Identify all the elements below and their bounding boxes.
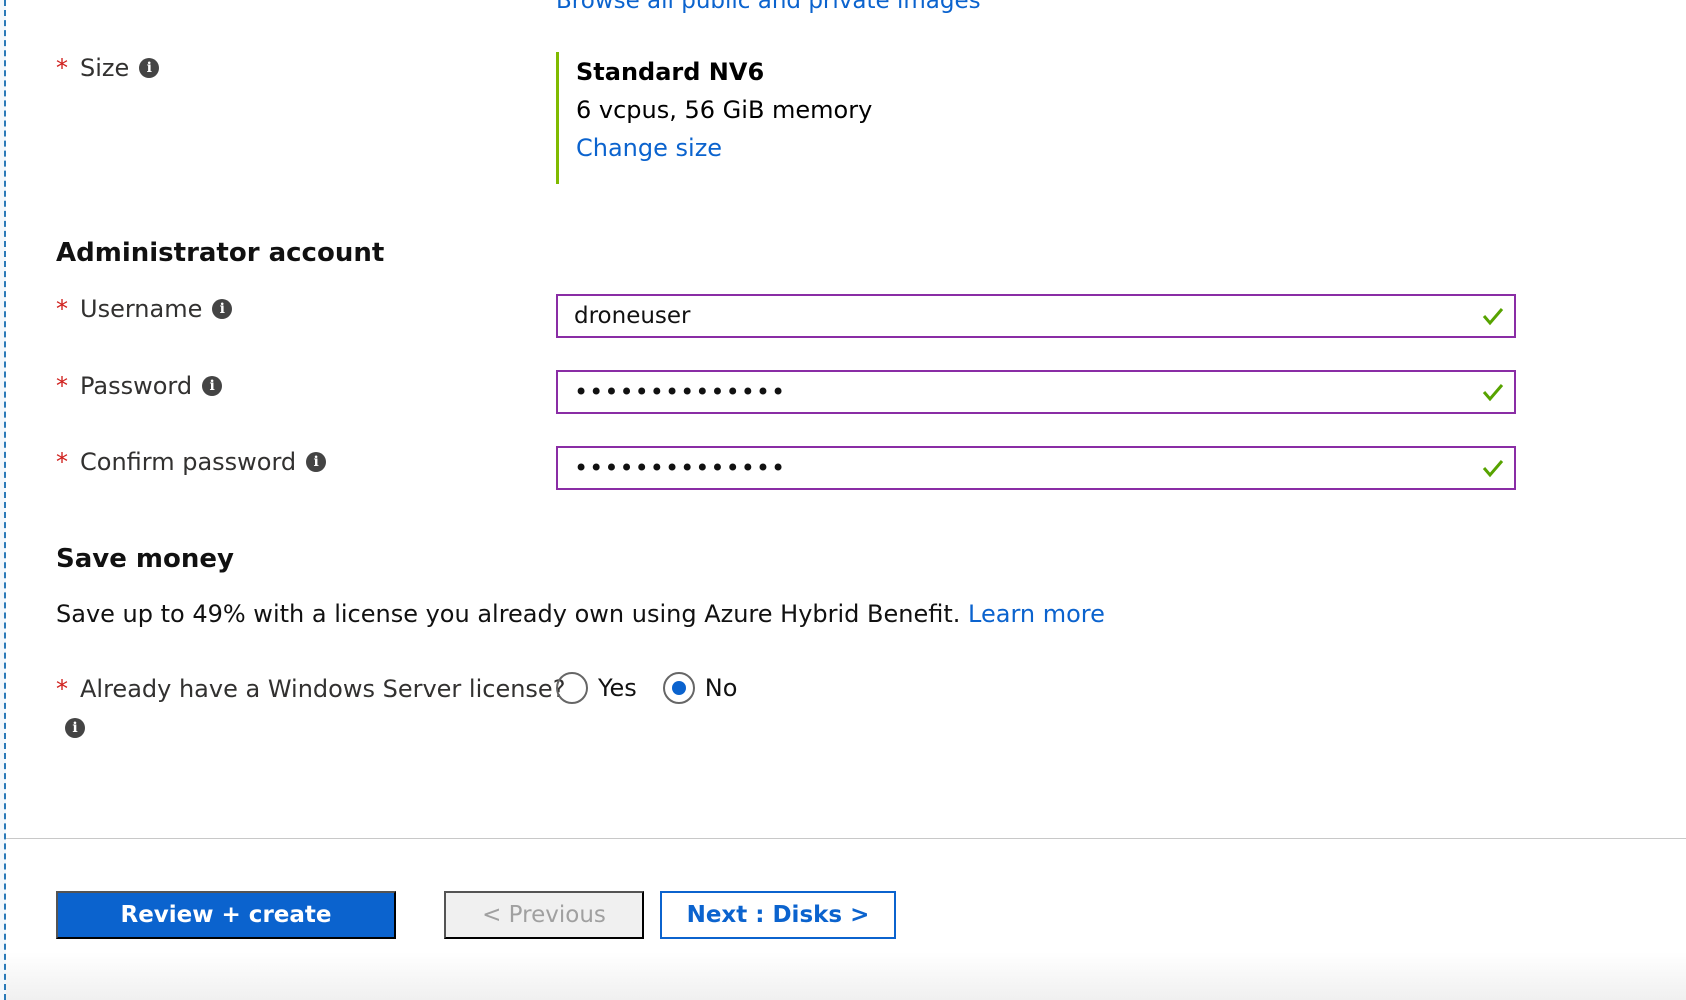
admin-account-heading: Administrator account xyxy=(56,238,385,268)
confirm-password-label-row: * Confirm password i xyxy=(56,448,327,476)
info-icon[interactable]: i xyxy=(202,376,223,396)
radio-no[interactable]: No xyxy=(662,672,738,704)
username-value: droneuser xyxy=(574,303,691,329)
password-input[interactable]: •••••••••••••• xyxy=(556,370,1516,414)
size-label: Size xyxy=(80,54,130,82)
check-icon xyxy=(1482,460,1504,478)
promo-text: Save up to 49% with a license you alread… xyxy=(56,600,969,628)
change-size-link[interactable]: Change size xyxy=(576,134,872,162)
review-create-button[interactable]: Review + create xyxy=(56,891,396,939)
confirm-password-value: •••••••••••••• xyxy=(574,454,787,482)
size-name: Standard NV6 xyxy=(576,58,765,86)
license-info-wrapper: i xyxy=(65,717,85,738)
previous-button[interactable]: < Previous xyxy=(444,891,644,939)
save-money-heading: Save money xyxy=(56,544,234,574)
info-icon[interactable]: i xyxy=(139,58,160,78)
size-label-row: * Size i xyxy=(56,54,160,82)
required-asterisk: * xyxy=(56,372,68,400)
password-label-row: * Password i xyxy=(56,372,223,400)
confirm-password-input[interactable]: •••••••••••••• xyxy=(556,446,1516,490)
create-vm-basics-page: Browse all public and private images * S… xyxy=(0,0,1686,1000)
confirm-password-label: Confirm password xyxy=(80,448,297,476)
radio-yes[interactable]: Yes xyxy=(556,672,637,704)
learn-more-link[interactable]: Learn more xyxy=(968,600,1105,628)
required-asterisk: * xyxy=(56,448,68,476)
browse-images-link[interactable]: Browse all public and private images xyxy=(556,0,981,14)
radio-yes-circle[interactable] xyxy=(556,672,588,704)
password-value: •••••••••••••• xyxy=(574,378,787,406)
license-radio-group: Yes No xyxy=(556,672,763,704)
size-summary: Standard NV6 6 vcpus, 56 GiB memory Chan… xyxy=(556,52,872,184)
password-label: Password xyxy=(80,372,193,400)
size-description: 6 vcpus, 56 GiB memory xyxy=(576,96,873,124)
info-icon[interactable]: i xyxy=(65,718,85,738)
radio-no-circle[interactable] xyxy=(662,672,695,704)
required-asterisk: * xyxy=(56,675,68,703)
info-icon[interactable]: i xyxy=(306,452,327,472)
hybrid-benefit-promo: Save up to 49% with a license you alread… xyxy=(56,600,1105,628)
license-question-row: * Already have a Windows Server license? xyxy=(56,675,565,703)
required-asterisk: * xyxy=(56,295,68,323)
required-asterisk: * xyxy=(56,54,68,82)
check-icon xyxy=(1482,308,1504,326)
radio-no-label: No xyxy=(704,674,738,702)
username-label-row: * Username i xyxy=(56,295,233,323)
next-disks-button[interactable]: Next : Disks > xyxy=(660,891,896,939)
username-input[interactable]: droneuser xyxy=(556,294,1516,338)
username-label: Username xyxy=(80,295,203,323)
license-question-label: Already have a Windows Server license? xyxy=(80,675,566,703)
check-icon xyxy=(1482,384,1504,402)
radio-yes-label: Yes xyxy=(598,674,637,702)
info-icon[interactable]: i xyxy=(212,299,233,319)
